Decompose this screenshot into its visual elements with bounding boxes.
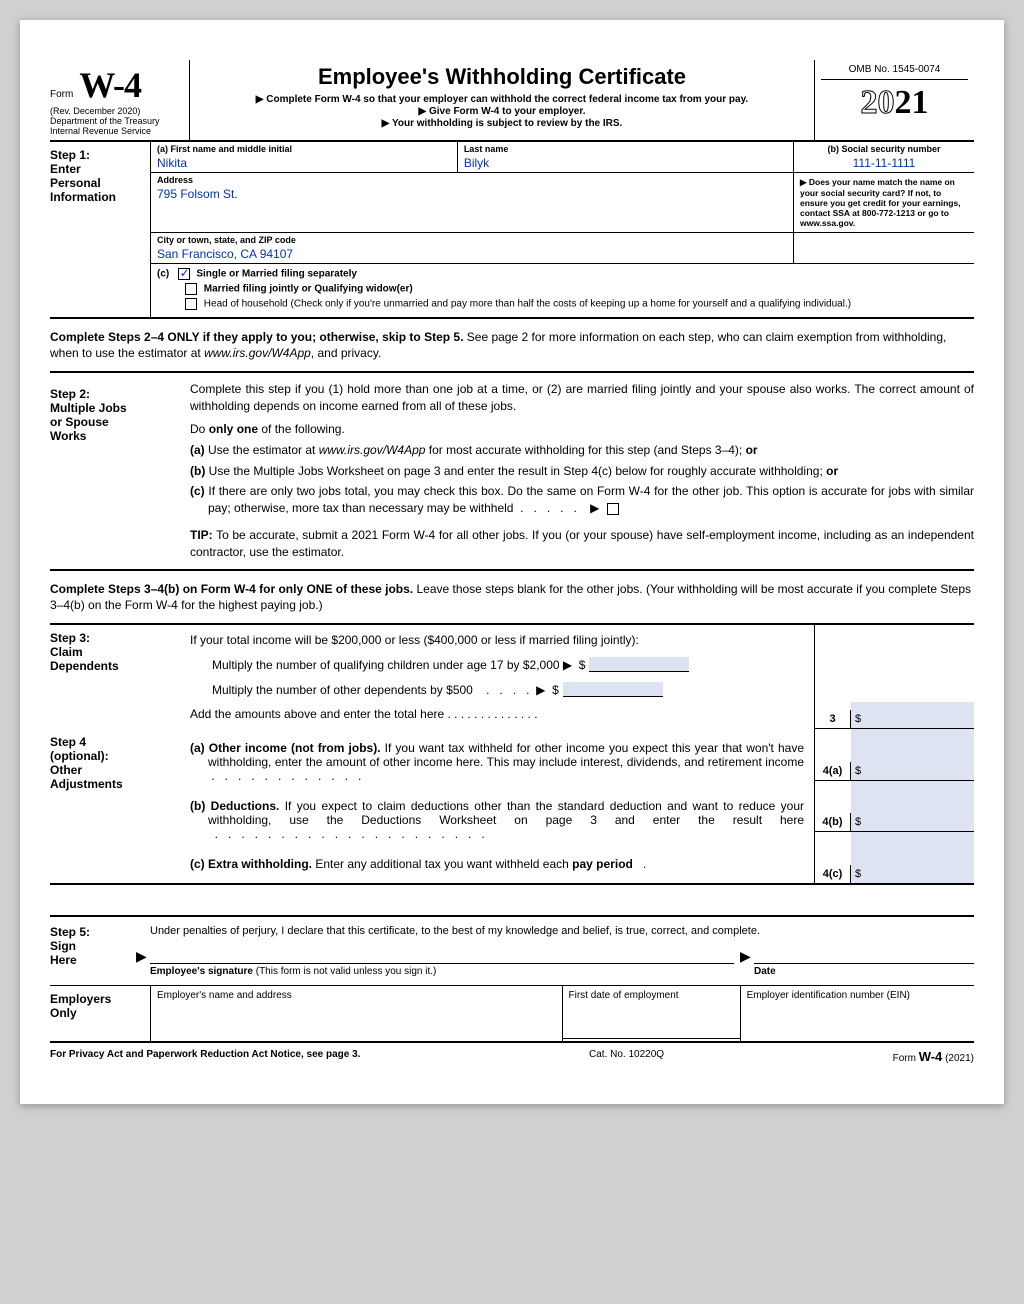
intro-steps-2-4: Complete Steps 2–4 ONLY if they apply to… xyxy=(50,329,974,361)
box-4a-label: 4(a) xyxy=(815,762,851,780)
first-name-field[interactable]: (a) First name and middle initial Nikita xyxy=(150,142,458,172)
header-right: OMB No. 1545-0074 2021 xyxy=(814,60,974,140)
ssn-value: 111-11-1111 xyxy=(800,154,968,170)
employer-name-field[interactable]: Employer's name and address xyxy=(150,986,562,1041)
box-4a-input[interactable]: $ xyxy=(851,729,974,780)
first-name-value: Nikita xyxy=(157,154,451,170)
form-name: W-4 xyxy=(79,64,141,106)
step5-sign-block: Step 5: Sign Here Under penalties of per… xyxy=(50,915,974,986)
box-4b-input[interactable]: $ xyxy=(851,781,974,832)
revision: (Rev. December 2020) xyxy=(50,106,183,116)
employers-label: Employers Only xyxy=(50,986,150,1041)
department: Department of the Treasury xyxy=(50,116,183,126)
step3-content: If your total income will be $200,000 or… xyxy=(190,625,814,729)
step4-a: (a) Other income (not from jobs). If you… xyxy=(190,741,804,783)
checkbox-head-household[interactable] xyxy=(185,298,197,310)
step3-qualifying-children: Multiply the number of qualifying childr… xyxy=(212,657,804,672)
ein-field[interactable]: Employer identification number (EIN) xyxy=(740,986,974,1041)
box-4c-label: 4(c) xyxy=(815,865,851,883)
checkbox-married-joint[interactable] xyxy=(185,283,197,295)
footer-form-id: Form W-4 (2021) xyxy=(893,1049,974,1064)
step3-right-boxes: 3 $ xyxy=(814,625,974,729)
step2-label: Step 2: Multiple Jobs or Spouse Works xyxy=(50,381,190,560)
step3-4-block: Step 3: Claim Dependents If your total i… xyxy=(50,625,974,885)
box-4b-label: 4(b) xyxy=(815,813,851,831)
header-instructions: ▶ Complete Form W-4 so that your employe… xyxy=(196,94,808,129)
irs: Internal Revenue Service xyxy=(50,126,183,136)
address-field[interactable]: Address 795 Folsom St. xyxy=(150,173,794,232)
ssn-field[interactable]: (b) Social security number 111-11-1111 xyxy=(794,142,974,172)
signature-arrow-icon: ▶ xyxy=(136,948,147,965)
intro-steps-3-4b: Complete Steps 3–4(b) on Form W-4 for on… xyxy=(50,581,974,613)
step3-label: Step 3: Claim Dependents xyxy=(50,625,190,729)
step4-b: (b) Deductions. If you expect to claim d… xyxy=(190,799,804,841)
form-header: Form W-4 (Rev. December 2020) Department… xyxy=(50,60,974,142)
step4-right-boxes: 4(a) $ 4(b) $ 4(c) $ xyxy=(814,729,974,883)
step4-label: Step 4 (optional): Other Adjustments xyxy=(50,729,190,883)
w4-form-page: Form W-4 (Rev. December 2020) Department… xyxy=(20,20,1004,1104)
inst3: ▶ Your withholding is subject to review … xyxy=(196,118,808,129)
employers-block: Employers Only Employer's name and addre… xyxy=(50,986,974,1043)
last-name-field[interactable]: Last name Bilyk xyxy=(458,142,794,172)
checkbox-two-jobs[interactable] xyxy=(607,503,619,515)
signature-field[interactable]: ▶ Employee's signature (This form is not… xyxy=(150,963,734,977)
footer-left: For Privacy Act and Paperwork Reduction … xyxy=(50,1049,360,1060)
ssn-name-note: ▶ Does your name match the name on your … xyxy=(794,173,974,232)
step4-content: (a) Other income (not from jobs). If you… xyxy=(190,729,814,883)
form-label: Form xyxy=(50,89,73,100)
date-field[interactable]: ▶ Date xyxy=(754,963,974,977)
filing-hoh-label: Head of household (Check only if you're … xyxy=(204,299,851,310)
box-3-label: 3 xyxy=(815,710,851,728)
footer-cat-no: Cat. No. 10220Q xyxy=(589,1049,664,1064)
address-value: 795 Folsom St. xyxy=(157,185,787,201)
inst2: ▶ Give Form W-4 to your employer. xyxy=(196,106,808,117)
city-value: San Francisco, CA 94107 xyxy=(157,245,787,261)
box-3-input[interactable]: $ xyxy=(851,702,974,728)
filing-single-label: Single or Married filing separately xyxy=(196,269,357,280)
city-field[interactable]: City or town, state, and ZIP code San Fr… xyxy=(150,233,794,263)
checkbox-single[interactable] xyxy=(178,268,190,280)
filing-status-block: (c) Single or Married filing separately … xyxy=(151,264,857,317)
step1-block: Step 1: Enter Personal Information (a) F… xyxy=(50,142,974,319)
step2-content: Complete this step if you (1) hold more … xyxy=(190,381,974,560)
step4-c: (c) Extra withholding. Enter any additio… xyxy=(190,857,804,871)
step3-other-dependents: Multiply the number of other dependents … xyxy=(212,682,804,697)
omb-number: OMB No. 1545-0074 xyxy=(821,64,968,80)
form-title: Employee's Withholding Certificate xyxy=(196,64,808,90)
step3-total: Add the amounts above and enter the tota… xyxy=(190,707,804,721)
dependents-amount-input[interactable] xyxy=(563,682,663,697)
filing-married-label: Married filing jointly or Qualifying wid… xyxy=(204,284,413,295)
inst1: ▶ Complete Form W-4 so that your employe… xyxy=(196,94,808,105)
page-footer: For Privacy Act and Paperwork Reduction … xyxy=(50,1049,974,1064)
step5-label: Step 5: Sign Here xyxy=(50,925,150,977)
header-left: Form W-4 (Rev. December 2020) Department… xyxy=(50,60,190,140)
first-date-employment-field[interactable]: First date of employment xyxy=(562,986,740,1041)
header-center: Employee's Withholding Certificate ▶ Com… xyxy=(190,60,814,140)
step2-option-b: (b) Use the Multiple Jobs Worksheet on p… xyxy=(190,463,974,480)
box-4c-input[interactable]: $ xyxy=(851,832,974,883)
tax-year: 2021 xyxy=(821,84,968,122)
last-name-value: Bilyk xyxy=(464,154,787,170)
date-arrow-icon: ▶ xyxy=(740,948,751,965)
step2-option-c: (c) If there are only two jobs total, yo… xyxy=(190,483,974,517)
step2-block: Step 2: Multiple Jobs or Spouse Works Co… xyxy=(50,373,974,570)
children-amount-input[interactable] xyxy=(589,657,689,672)
perjury-declaration: Under penalties of perjury, I declare th… xyxy=(150,925,974,937)
step1-label: Step 1: Enter Personal Information xyxy=(50,142,150,317)
